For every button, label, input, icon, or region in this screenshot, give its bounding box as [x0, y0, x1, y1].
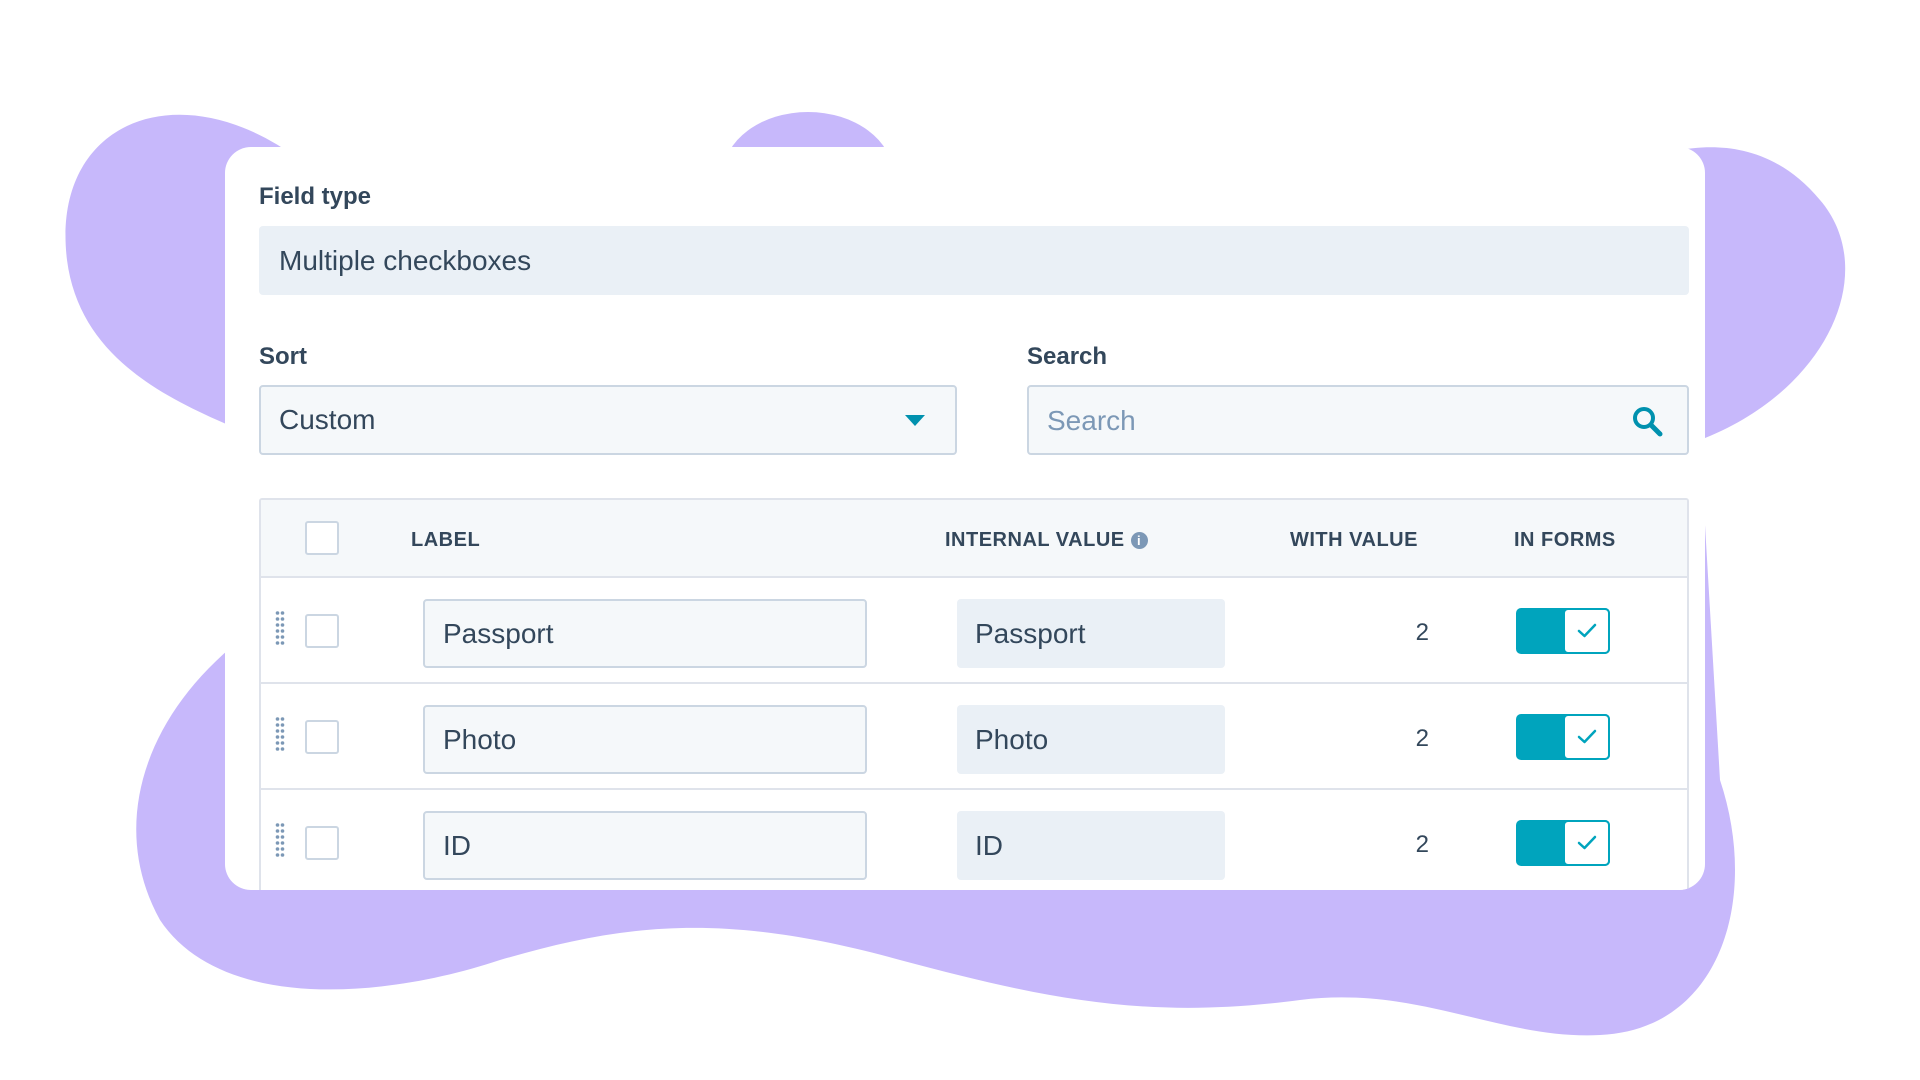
- option-internal-value: ID: [957, 811, 1225, 880]
- drag-handle-icon[interactable]: [275, 717, 285, 755]
- header-internal-value-text: INTERNAL VALUE: [945, 529, 1125, 551]
- property-settings-card: Field type Multiple checkboxes Sort Cust…: [225, 147, 1705, 890]
- header-in-forms: IN FORMS: [1514, 529, 1616, 551]
- table-header: LABEL INTERNAL VALUE i WITH VALUE IN FORM…: [261, 500, 1687, 578]
- search-input[interactable]: [1029, 387, 1629, 455]
- option-internal-value: Photo: [957, 705, 1225, 774]
- caret-down-icon: [905, 415, 925, 426]
- options-table: LABEL INTERNAL VALUE i WITH VALUE IN FORM…: [259, 498, 1689, 890]
- toggle-knob: [1563, 820, 1610, 866]
- sort-select-value: Custom: [279, 404, 376, 435]
- row-checkbox[interactable]: [305, 720, 339, 754]
- table-row: Passport Passport 2: [261, 578, 1687, 684]
- search-field: [1027, 385, 1689, 455]
- sort-select[interactable]: Custom: [259, 385, 957, 455]
- row-checkbox[interactable]: [305, 614, 339, 648]
- toggle-knob: [1563, 608, 1610, 654]
- field-type-label: Field type: [259, 183, 372, 210]
- in-forms-toggle[interactable]: [1516, 714, 1610, 760]
- field-type-value: Multiple checkboxes: [259, 226, 1689, 295]
- row-checkbox[interactable]: [305, 826, 339, 860]
- info-icon[interactable]: i: [1130, 532, 1148, 549]
- header-with-value: WITH VALUE: [1290, 529, 1418, 551]
- option-label-input[interactable]: Passport: [423, 599, 867, 668]
- checkmark-icon: [1577, 623, 1596, 638]
- header-internal-value: INTERNAL VALUE i: [945, 529, 1148, 552]
- in-forms-toggle[interactable]: [1516, 820, 1610, 866]
- drag-handle-icon[interactable]: [275, 611, 285, 649]
- header-label: LABEL: [411, 529, 481, 551]
- option-label-input[interactable]: Photo: [423, 705, 867, 774]
- in-forms-toggle[interactable]: [1516, 608, 1610, 654]
- table-row: Photo Photo 2: [261, 684, 1687, 790]
- drag-handle-icon[interactable]: [275, 823, 285, 861]
- option-internal-value: Passport: [957, 599, 1225, 668]
- select-all-checkbox[interactable]: [305, 521, 339, 555]
- sort-label: Sort: [259, 343, 307, 370]
- option-with-value-count: 2: [1415, 725, 1429, 752]
- search-icon[interactable]: [1631, 405, 1663, 437]
- checkmark-icon: [1577, 835, 1596, 850]
- option-with-value-count: 2: [1415, 619, 1429, 646]
- option-label-input[interactable]: ID: [423, 811, 867, 880]
- checkmark-icon: [1577, 729, 1596, 744]
- toggle-knob: [1563, 714, 1610, 760]
- option-with-value-count: 2: [1415, 831, 1429, 858]
- search-label: Search: [1027, 343, 1108, 370]
- table-row: ID ID 2: [261, 790, 1687, 890]
